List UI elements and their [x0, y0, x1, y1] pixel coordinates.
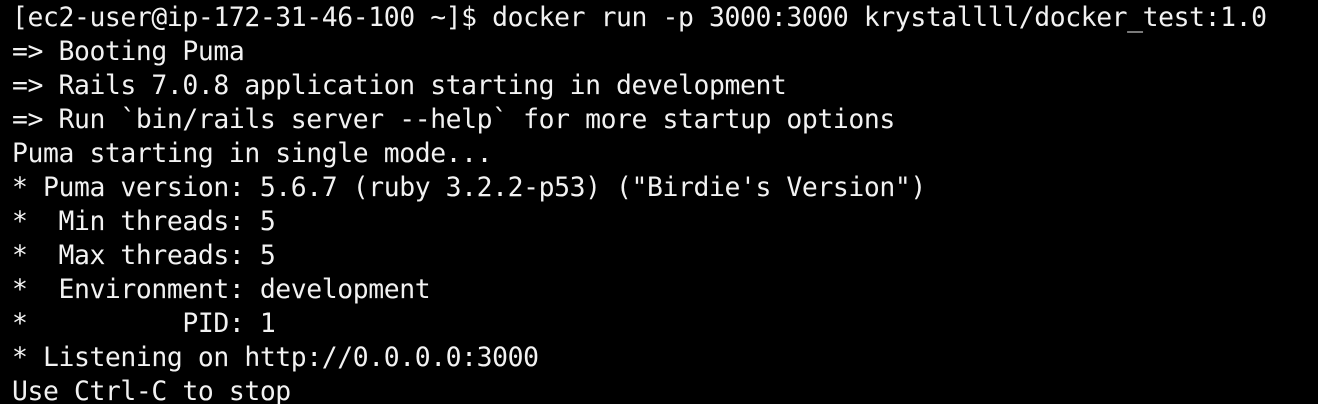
output-line-stop-hint: Use Ctrl-C to stop	[12, 376, 291, 404]
output-line-listening: * Listening on http://0.0.0.0:3000	[12, 342, 539, 373]
output-line-min-threads: * Min threads: 5	[12, 206, 276, 237]
output-line-environment: * Environment: development	[12, 274, 431, 305]
output-line-puma-version: * Puma version: 5.6.7 (ruby 3.2.2-p53) (…	[12, 172, 926, 203]
output-line-rails-version: => Rails 7.0.8 application starting in d…	[12, 70, 787, 101]
output-line-booting-puma: => Booting Puma	[12, 36, 245, 67]
terminal-window[interactable]: [ec2-user@ip-172-31-46-100 ~]$ docker ru…	[0, 0, 1318, 404]
output-line-single-mode: Puma starting in single mode...	[12, 138, 493, 169]
output-line-pid: * PID: 1	[12, 308, 276, 339]
shell-prompt-command: [ec2-user@ip-172-31-46-100 ~]$ docker ru…	[12, 2, 1267, 33]
output-line-max-threads: * Max threads: 5	[12, 240, 276, 271]
output-line-run-help: => Run `bin/rails server --help` for mor…	[12, 104, 895, 135]
